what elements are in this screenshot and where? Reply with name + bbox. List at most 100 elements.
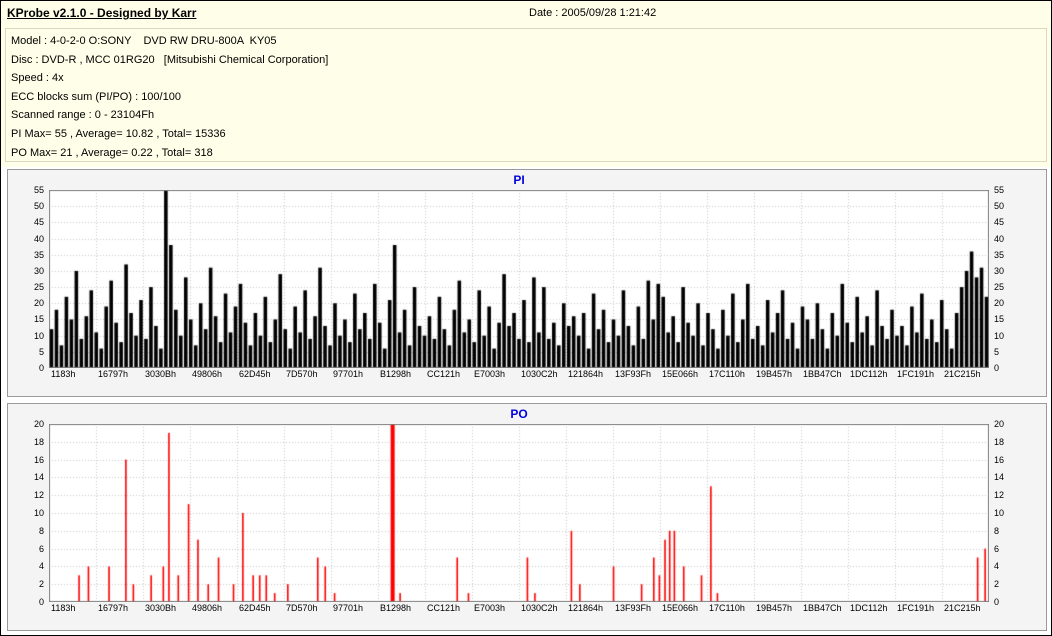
pi-y-tick-left: 5 <box>38 346 44 357</box>
pi-y-axis-left: 0 5 10 15 20 25 30 35 40 45 50 55 <box>8 170 47 396</box>
pi-y-tick-right: 40 <box>994 233 1005 244</box>
po-x-tick: 97701h <box>333 603 364 613</box>
pi-chart-panel: PI 0 5 10 15 20 25 30 35 40 45 50 55 0 5 10 15 20 25 30 35… <box>7 169 1047 397</box>
po-y-tick-right: 20 <box>994 419 1005 429</box>
pi-y-tick-left: 35 <box>33 249 44 260</box>
po-x-axis: 1183h 16797h 3030Bh 49806h 62D45h 7D570h 97701… <box>49 603 1009 617</box>
po-plot-canvas <box>49 424 989 602</box>
pi-y-tick-right: 25 <box>994 282 1005 293</box>
po-y-tick-left: 4 <box>38 561 44 572</box>
pi-x-tick: 121864h <box>568 369 604 379</box>
po-y-tick-right: 18 <box>994 436 1005 447</box>
pi-y-axis-right: 0 5 10 15 20 25 30 35 40 45 50 55 <box>991 170 1031 396</box>
pi-y-tick-right: 45 <box>994 217 1005 228</box>
pi-x-tick: 1030C2h <box>521 369 558 379</box>
po-y-tick-left: 2 <box>38 579 44 590</box>
po-x-tick: 1030C2h <box>521 603 558 613</box>
po-chart-panel: PO 0 2 4 6 8 10 12 14 16 18 20 0 2 4 6 8 10 12 14 16 18 20 1… <box>7 403 1047 631</box>
pi-y-tick-right: 15 <box>994 314 1005 325</box>
kprobe-window: KProbe v2.1.0 - Designed by Karr Date : … <box>0 0 1052 636</box>
pi-y-tick-right: 10 <box>994 330 1005 341</box>
info-line-range: Scanned range : 0 - 23104Fh <box>11 109 155 122</box>
pi-y-tick-left: 55 <box>33 185 44 195</box>
po-x-tick: 17C110h <box>709 603 745 613</box>
pi-x-axis: 1183h 16797h 3030Bh 49806h 62D45h 7D570h 97701… <box>49 369 1009 383</box>
info-line-speed: Speed : 4x <box>11 72 64 85</box>
pi-y-tick-left: 40 <box>33 233 44 244</box>
pi-y-tick-left: 50 <box>33 201 44 212</box>
pi-y-tick-left: 0 <box>38 363 44 373</box>
po-y-tick-left: 16 <box>33 454 44 465</box>
po-x-tick: B1298h <box>380 603 412 613</box>
pi-y-tick-left: 25 <box>33 282 44 293</box>
po-x-tick: 21C215h <box>944 603 981 613</box>
app-title: KProbe v2.1.0 - Designed by Karr <box>7 6 197 20</box>
po-y-tick-left: 0 <box>38 597 44 607</box>
pi-y-tick-right: 55 <box>994 185 1005 195</box>
pi-x-tick: 13F93Fh <box>615 369 652 379</box>
po-x-tick: 16797h <box>98 603 129 613</box>
po-x-tick: 1BB47Ch <box>803 603 842 613</box>
pi-x-tick: 1183h <box>51 369 76 379</box>
pi-x-tick: 19B457h <box>756 369 793 379</box>
pi-x-tick: 1FC191h <box>897 369 935 379</box>
pi-x-tick: 62D45h <box>239 369 271 379</box>
info-line-disc: Disc : DVD-R , MCC 01RG20 [Mitsubishi Ch… <box>11 53 329 66</box>
po-y-tick-left: 14 <box>33 472 44 483</box>
po-y-tick-left: 6 <box>38 543 44 554</box>
po-y-tick-left: 18 <box>33 436 44 447</box>
po-y-tick-right: 10 <box>994 508 1005 518</box>
pi-y-tick-left: 20 <box>33 298 44 309</box>
date-label: Date : 2005/09/28 1:21:42 <box>529 7 657 19</box>
pi-x-tick: 15E066h <box>662 369 699 379</box>
po-x-tick: 1DC112h <box>850 603 888 613</box>
po-x-tick: 15E066h <box>662 603 699 613</box>
pi-x-tick: 1BB47Ch <box>803 369 842 379</box>
po-y-tick-right: 4 <box>994 561 1000 572</box>
pi-y-tick-left: 30 <box>33 265 44 276</box>
po-x-tick: 7D570h <box>286 603 318 613</box>
scan-info-box: Model : 4-0-2-0 O:SONY DVD RW DRU-800A K… <box>5 28 1047 162</box>
pi-y-tick-right: 5 <box>994 346 1000 357</box>
po-y-axis-left: 0 2 4 6 8 10 12 14 16 18 20 <box>8 404 47 630</box>
po-x-tick: 121864h <box>568 603 604 613</box>
po-x-tick: 13F93Fh <box>615 603 652 613</box>
pi-x-tick: 3030Bh <box>145 369 177 379</box>
pi-y-tick-left: 15 <box>33 314 44 325</box>
po-y-tick-right: 6 <box>994 543 1000 554</box>
po-x-tick: 62D45h <box>239 603 271 613</box>
pi-x-tick: E7003h <box>474 369 506 379</box>
po-x-tick: 1FC191h <box>897 603 935 613</box>
po-x-tick: 1183h <box>51 603 76 613</box>
pi-y-tick-right: 30 <box>994 265 1005 276</box>
po-y-tick-left: 20 <box>33 419 44 429</box>
po-y-tick-left: 10 <box>33 508 44 518</box>
po-y-axis-right: 0 2 4 6 8 10 12 14 16 18 20 <box>991 404 1031 630</box>
pi-x-tick: 7D570h <box>286 369 318 379</box>
pi-x-tick: 49806h <box>192 369 223 379</box>
po-y-tick-right: 8 <box>994 525 1000 536</box>
top-info-section: KProbe v2.1.0 - Designed by Karr Date : … <box>1 1 1051 167</box>
po-x-tick: 49806h <box>192 603 223 613</box>
info-line-ecc: ECC blocks sum (PI/PO) : 100/100 <box>11 90 181 103</box>
pi-y-tick-right: 20 <box>994 298 1005 309</box>
pi-x-tick: B1298h <box>380 369 412 379</box>
po-y-tick-right: 12 <box>994 490 1005 501</box>
po-x-tick: CC121h <box>427 603 461 613</box>
po-x-tick: 3030Bh <box>145 603 177 613</box>
po-y-tick-right: 2 <box>994 579 1000 590</box>
pi-y-tick-right: 50 <box>994 201 1005 212</box>
pi-y-tick-left: 45 <box>33 217 44 228</box>
pi-x-tick: CC121h <box>427 369 461 379</box>
pi-x-tick: 1DC112h <box>850 369 888 379</box>
po-y-tick-right: 14 <box>994 472 1005 483</box>
pi-plot-canvas <box>49 190 989 368</box>
po-chart-title: PO <box>510 407 528 421</box>
po-x-tick: 19B457h <box>756 603 793 613</box>
po-x-tick: E7003h <box>474 603 506 613</box>
po-y-tick-left: 12 <box>33 490 44 501</box>
pi-x-tick: 17C110h <box>709 369 745 379</box>
po-y-tick-right: 16 <box>994 454 1005 465</box>
pi-chart-title: PI <box>513 173 525 187</box>
pi-y-tick-right: 35 <box>994 249 1005 260</box>
